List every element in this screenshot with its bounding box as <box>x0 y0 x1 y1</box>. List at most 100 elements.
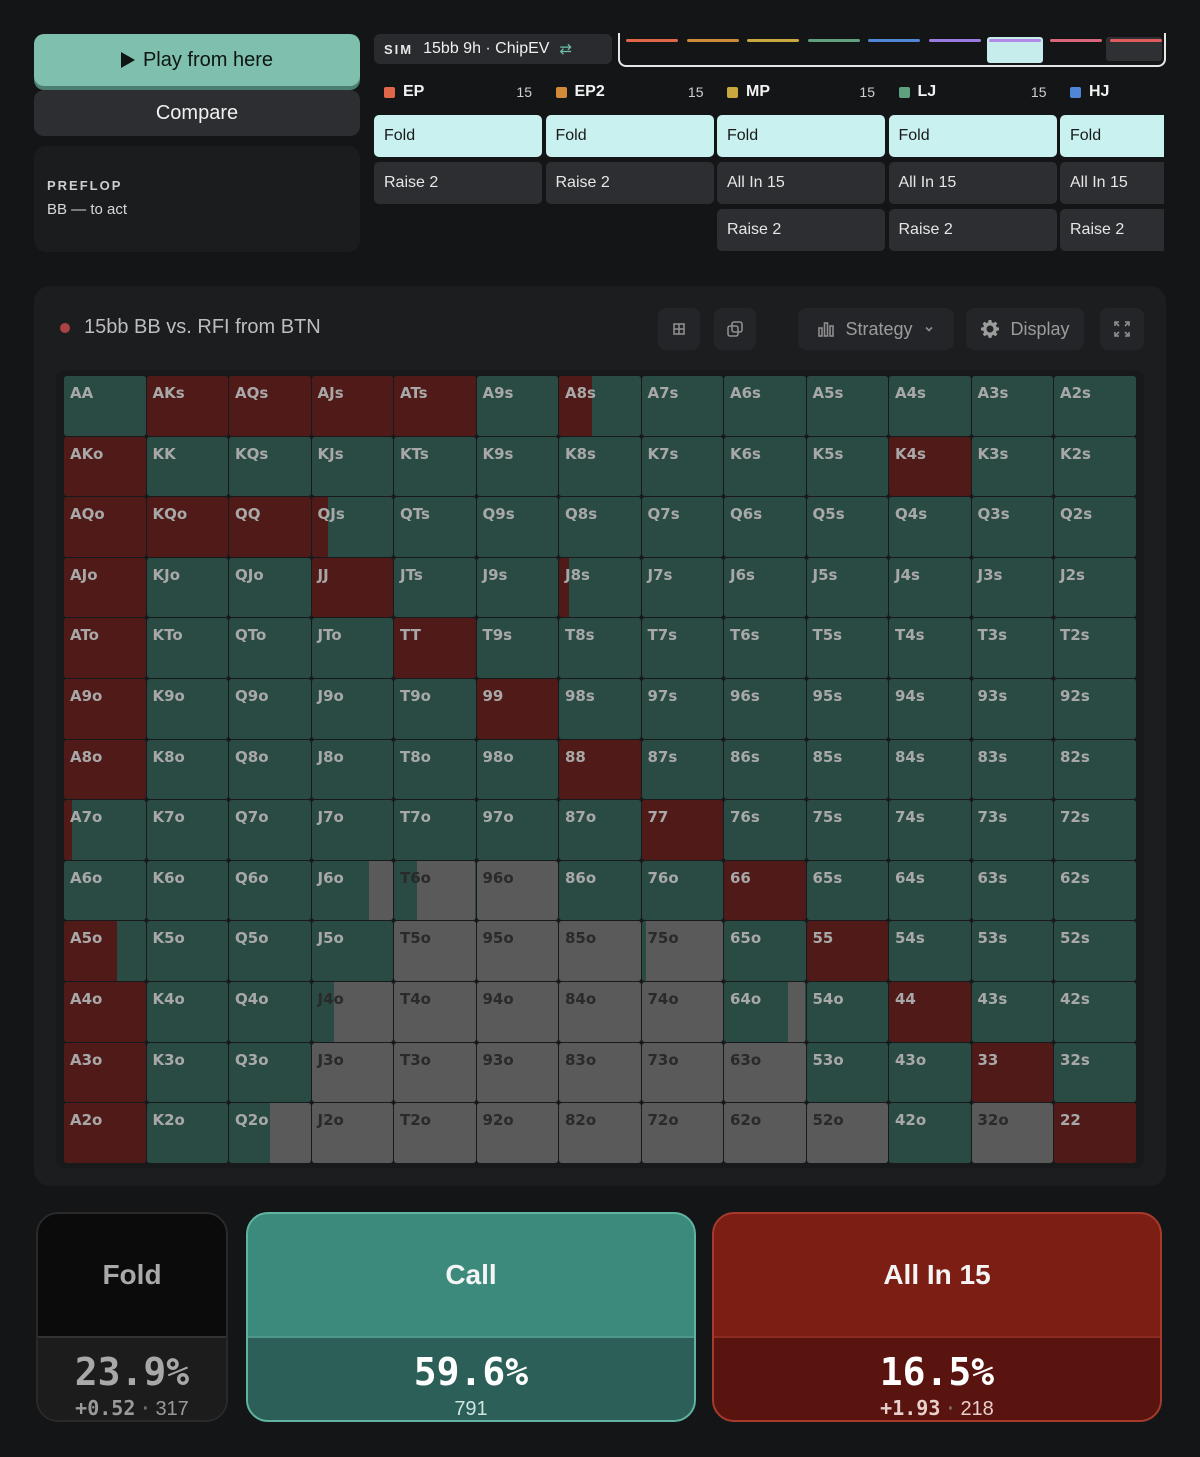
hand-cell[interactable]: KQs <box>229 436 311 497</box>
hand-cell[interactable]: KJo <box>146 557 228 618</box>
timeline-segment[interactable] <box>686 39 739 42</box>
sim-selector[interactable]: SIM 15bb 9h · ChipEV ⇄ <box>374 34 612 64</box>
hand-cell[interactable]: 54s <box>889 921 971 981</box>
hand-cell[interactable]: J3o <box>311 1042 393 1103</box>
hand-cell[interactable]: 98s <box>559 678 641 739</box>
hand-cell[interactable]: Q6s <box>724 497 806 557</box>
hand-cell[interactable]: 85o <box>559 921 641 981</box>
hand-cell[interactable]: A9s <box>476 376 558 436</box>
hand-cell[interactable]: T8s <box>559 618 641 678</box>
hand-cell[interactable]: KJs <box>311 436 393 497</box>
hand-cell[interactable]: Q4o <box>229 981 311 1042</box>
timeline-segment[interactable] <box>1049 39 1102 42</box>
hand-cell[interactable]: K7s <box>641 436 723 497</box>
action-option[interactable]: Raise 2 <box>374 162 542 204</box>
hand-cell[interactable]: 74o <box>641 981 723 1042</box>
hand-cell[interactable]: K6o <box>146 860 228 921</box>
hand-cell[interactable]: J5s <box>806 557 888 618</box>
hand-cell[interactable]: K6s <box>724 436 806 497</box>
hand-cell[interactable]: K2s <box>1054 436 1136 497</box>
hand-cell[interactable]: Q7s <box>641 497 723 557</box>
hand-cell[interactable]: J9o <box>311 678 393 739</box>
hand-cell[interactable]: 76o <box>641 860 723 921</box>
hand-cell[interactable]: KTs <box>394 436 476 497</box>
allin-summary-card[interactable]: All In 15 16.5% +1.93 · 218 <box>712 1212 1162 1422</box>
hand-cell[interactable]: QJs <box>311 497 393 557</box>
hand-cell[interactable]: J8s <box>559 557 641 618</box>
timeline-segment[interactable] <box>868 39 920 42</box>
grid-view-button[interactable] <box>658 308 700 350</box>
hand-cell[interactable]: A7s <box>641 376 723 436</box>
hand-cell[interactable]: T4s <box>889 618 971 678</box>
hand-cell[interactable]: K7o <box>146 800 228 860</box>
hand-cell[interactable]: T9o <box>394 678 476 739</box>
action-option[interactable]: All In 15 <box>888 162 1057 204</box>
hand-cell[interactable]: 42o <box>889 1103 971 1163</box>
hand-cell[interactable]: Q5s <box>806 497 888 557</box>
hand-cell[interactable]: Q5o <box>229 921 311 981</box>
action-option[interactable]: Raise 2 <box>545 162 714 204</box>
hand-cell[interactable]: 44 <box>889 981 971 1042</box>
hand-cell[interactable]: A2o <box>64 1103 146 1163</box>
hand-cell[interactable]: QJo <box>229 557 311 618</box>
hand-cell[interactable]: 66 <box>724 860 806 921</box>
hand-cell[interactable]: A7o <box>64 800 146 860</box>
hand-cell[interactable]: AA <box>64 376 146 436</box>
hand-cell[interactable]: 73o <box>641 1042 723 1103</box>
hand-cell[interactable]: 98o <box>476 739 558 800</box>
hand-cell[interactable]: AQs <box>229 376 311 436</box>
hand-cell[interactable]: A3o <box>64 1042 146 1103</box>
action-option[interactable]: Fold <box>374 115 542 157</box>
hand-cell[interactable]: Q8s <box>559 497 641 557</box>
strategy-dropdown[interactable]: Strategy <box>798 308 954 350</box>
hand-cell[interactable]: A6s <box>724 376 806 436</box>
hand-cell[interactable]: Q3o <box>229 1042 311 1103</box>
action-option[interactable]: All In 15 <box>1060 162 1164 204</box>
hand-cell[interactable]: 53o <box>806 1042 888 1103</box>
hand-cell[interactable]: 86o <box>559 860 641 921</box>
hand-cell[interactable]: 84s <box>889 739 971 800</box>
swap-icon[interactable]: ⇄ <box>559 40 572 58</box>
hand-cell[interactable]: 32s <box>1054 1042 1136 1103</box>
hand-cell[interactable]: ATo <box>64 618 146 678</box>
hand-cell[interactable]: 42s <box>1054 981 1136 1042</box>
hand-cell[interactable]: 62s <box>1054 860 1136 921</box>
hand-cell[interactable]: 52o <box>806 1103 888 1163</box>
hand-cell[interactable]: K8o <box>146 739 228 800</box>
hand-cell[interactable]: 65s <box>806 860 888 921</box>
hand-cell[interactable]: T7s <box>641 618 723 678</box>
hand-cell[interactable]: 85s <box>806 739 888 800</box>
hand-cell[interactable]: T3s <box>971 618 1053 678</box>
action-option[interactable]: Raise 2 <box>717 209 885 251</box>
hand-cell[interactable]: ATs <box>394 376 476 436</box>
hand-cell[interactable]: 87s <box>641 739 723 800</box>
hand-cell[interactable]: J6s <box>724 557 806 618</box>
hand-cell[interactable]: 94s <box>889 678 971 739</box>
hand-cell[interactable]: 52s <box>1054 921 1136 981</box>
hand-cell[interactable]: 43s <box>971 981 1053 1042</box>
hand-cell[interactable]: 92o <box>476 1103 558 1163</box>
hand-cell[interactable]: KTo <box>146 618 228 678</box>
hand-cell[interactable]: K8s <box>559 436 641 497</box>
hand-cell[interactable]: K9s <box>476 436 558 497</box>
hand-cell[interactable]: J8o <box>311 739 393 800</box>
action-option[interactable]: Fold <box>717 115 885 157</box>
hand-cell[interactable]: QTs <box>394 497 476 557</box>
hand-cell[interactable]: 43o <box>889 1042 971 1103</box>
hand-cell[interactable]: A9o <box>64 678 146 739</box>
hand-cell[interactable]: 93s <box>971 678 1053 739</box>
expand-button[interactable] <box>1100 308 1144 350</box>
action-option[interactable]: Raise 2 <box>1060 209 1164 251</box>
hand-cell[interactable]: 54o <box>806 981 888 1042</box>
hand-cell[interactable]: K9o <box>146 678 228 739</box>
hand-cell[interactable]: 82o <box>559 1103 641 1163</box>
hand-cell[interactable]: A8s <box>559 376 641 436</box>
hand-cell[interactable]: Q8o <box>229 739 311 800</box>
hand-cell[interactable]: K4o <box>146 981 228 1042</box>
hand-cell[interactable]: J4o <box>311 981 393 1042</box>
timeline-segment[interactable] <box>747 39 799 42</box>
hand-cell[interactable]: T5s <box>806 618 888 678</box>
hand-cell[interactable]: Q3s <box>971 497 1053 557</box>
hand-cell[interactable]: JTo <box>311 618 393 678</box>
hand-cell[interactable]: AKs <box>146 376 228 436</box>
